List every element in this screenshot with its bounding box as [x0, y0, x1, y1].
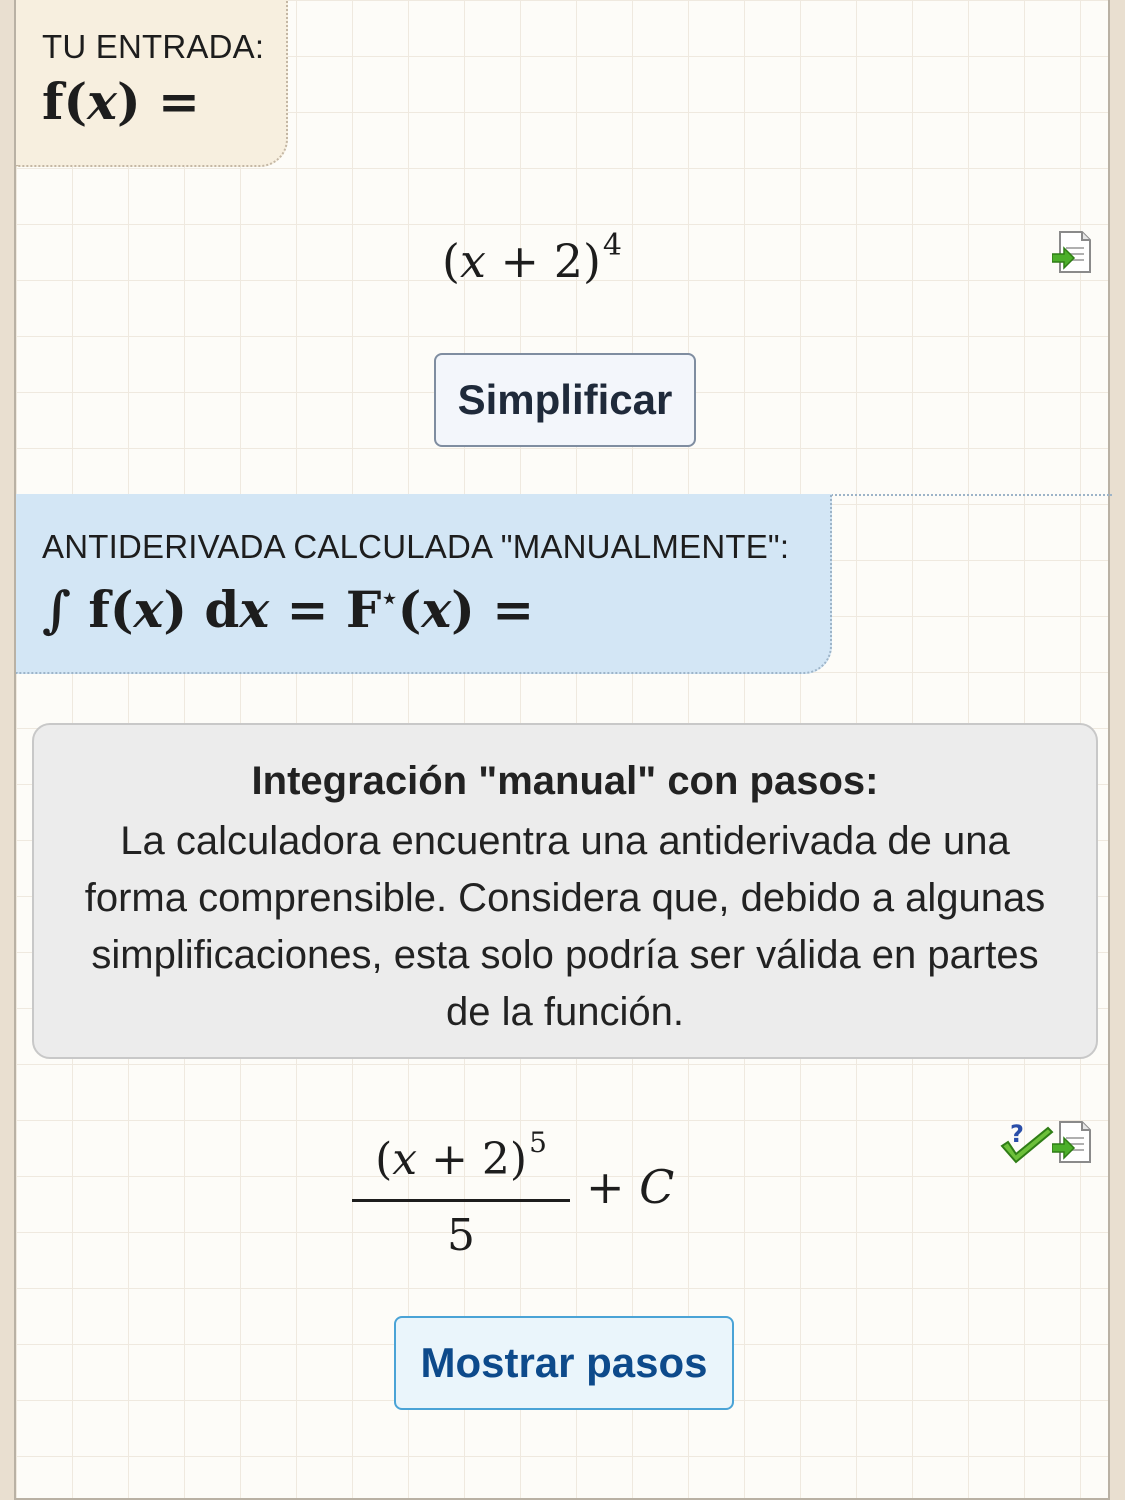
svg-text:?: ?	[1010, 1120, 1024, 1148]
input-function-label: f(x) =	[42, 72, 200, 131]
fraction-bar	[352, 1199, 570, 1202]
simplify-button[interactable]: Simplificar	[434, 353, 696, 447]
document-export-icon[interactable]	[1052, 230, 1092, 274]
antiderivative-caption: ANTIDERIVADA CALCULADA "MANUALMENTE":	[42, 528, 790, 565]
result-constant: + C	[586, 1160, 675, 1214]
info-title: Integración "manual" con pasos:	[251, 759, 879, 803]
result-exponent: 5	[529, 1126, 547, 1159]
worksheet: TU ENTRADA: f(x) = (x + 2)4 Simplificar …	[14, 0, 1112, 1500]
info-body: La calculadora encuentra una antiderivad…	[84, 819, 1046, 1034]
input-label-box: TU ENTRADA: f(x) =	[16, 0, 288, 167]
question-check-icon[interactable]: ?	[998, 1118, 1058, 1168]
antiderivative-label: ∫ f(x) dx = F⋆(x) =	[42, 580, 535, 639]
result-numerator: (x + 2)5	[375, 1126, 547, 1185]
document-export-icon[interactable]	[1052, 1120, 1092, 1164]
antiderivative-label-box: ANTIDERIVADA CALCULADA "MANUALMENTE": ∫ …	[16, 494, 832, 674]
show-steps-button[interactable]: Mostrar pasos	[394, 1316, 734, 1410]
result-denominator: 5	[447, 1210, 475, 1261]
input-exponent: 4	[602, 228, 622, 263]
result-fraction: (x + 2)5 5	[346, 1108, 576, 1264]
input-expression: (x + 2)4	[442, 228, 622, 288]
input-caption: TU ENTRADA:	[42, 28, 265, 65]
info-box: Integración "manual" con pasos: La calcu…	[32, 723, 1098, 1059]
